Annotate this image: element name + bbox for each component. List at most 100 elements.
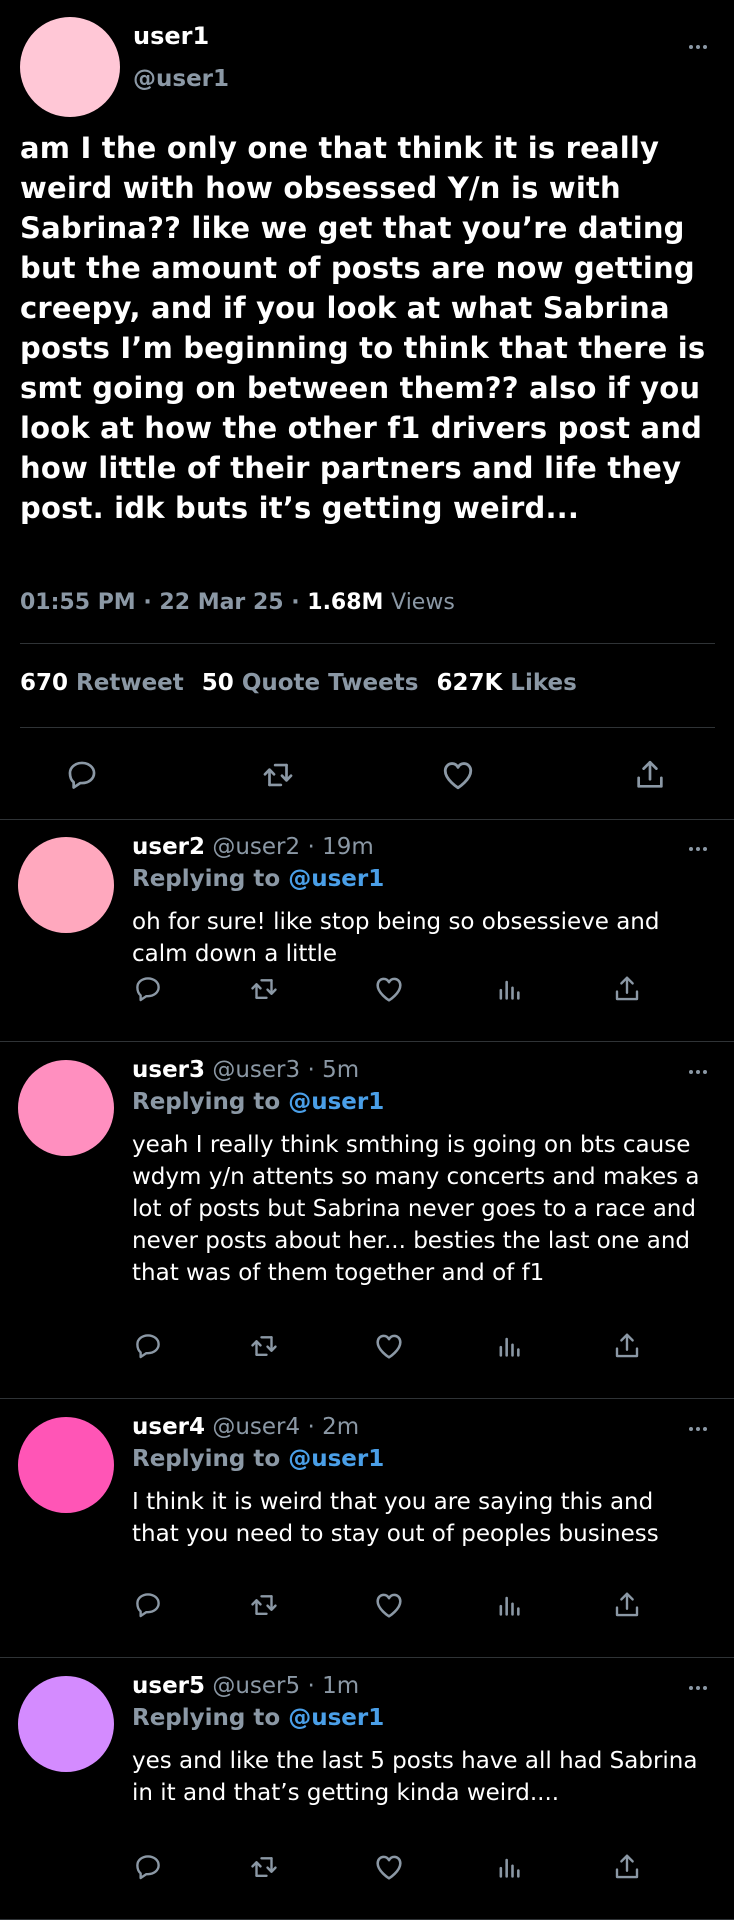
author-handle[interactable]: @user3 bbox=[212, 1057, 300, 1083]
retweet-icon bbox=[251, 1336, 277, 1356]
views-button[interactable] bbox=[489, 1326, 529, 1366]
reply-icon bbox=[136, 1334, 160, 1359]
replying-mention[interactable]: @user1 bbox=[288, 1089, 384, 1115]
share-icon bbox=[615, 1854, 639, 1879]
more-icon[interactable] bbox=[686, 1067, 710, 1077]
author-name[interactable]: user3 bbox=[132, 1057, 205, 1083]
more-icon[interactable] bbox=[686, 1424, 710, 1434]
avatar[interactable] bbox=[20, 17, 120, 117]
author-handle[interactable]: @user5 bbox=[212, 1673, 300, 1699]
author-name[interactable]: user1 bbox=[133, 22, 209, 50]
reply-tweet[interactable]: user2 @user2 · 19m Replying to @user1 oh… bbox=[0, 820, 734, 1042]
retweets-stat[interactable]: 670 Retweet bbox=[20, 670, 184, 696]
retweet-icon bbox=[251, 1857, 277, 1877]
reply-button[interactable] bbox=[128, 1847, 168, 1887]
views-label: Views bbox=[391, 590, 455, 615]
reply-icon bbox=[136, 977, 160, 1002]
share-icon bbox=[615, 976, 639, 1001]
like-button[interactable] bbox=[369, 1847, 409, 1887]
share-button[interactable] bbox=[607, 1585, 647, 1625]
replying-mention[interactable]: @user1 bbox=[288, 1446, 384, 1472]
quotes-stat[interactable]: 50 Quote Tweets bbox=[202, 670, 419, 696]
share-button[interactable] bbox=[630, 755, 670, 795]
more-icon[interactable] bbox=[686, 42, 710, 52]
like-button[interactable] bbox=[438, 755, 478, 795]
author-handle[interactable]: @user4 bbox=[212, 1414, 300, 1440]
views-button[interactable] bbox=[489, 1585, 529, 1625]
share-button[interactable] bbox=[607, 969, 647, 1009]
reply-text: I think it is weird that you are saying … bbox=[132, 1489, 659, 1547]
avatar[interactable] bbox=[18, 837, 114, 933]
like-button[interactable] bbox=[369, 1585, 409, 1625]
avatar[interactable] bbox=[18, 1676, 114, 1772]
reply-text: yes and like the last 5 posts have all h… bbox=[132, 1748, 698, 1806]
separator-dot: · bbox=[307, 1414, 315, 1440]
views-icon bbox=[499, 1337, 520, 1357]
separator-dot: · bbox=[307, 1057, 315, 1083]
share-button[interactable] bbox=[607, 1847, 647, 1887]
avatar[interactable] bbox=[18, 1060, 114, 1156]
reply-icon bbox=[68, 761, 96, 789]
views-button[interactable] bbox=[489, 1847, 529, 1887]
reply-button[interactable] bbox=[128, 969, 168, 1009]
likes-stat[interactable]: 627K Likes bbox=[436, 670, 576, 696]
author-handle[interactable]: @user1 bbox=[133, 66, 229, 92]
share-button[interactable] bbox=[607, 1326, 647, 1366]
author-handle[interactable]: @user2 bbox=[212, 834, 300, 860]
reply-text: oh for sure! like stop being so obsessie… bbox=[132, 909, 660, 967]
reply-text: yeah I really think smthing is going on … bbox=[132, 1132, 700, 1286]
like-icon bbox=[443, 762, 473, 790]
replying-mention[interactable]: @user1 bbox=[288, 866, 384, 892]
main-tweet: user1 @user1 am I the only one that thin… bbox=[0, 0, 734, 820]
like-icon bbox=[376, 1334, 402, 1359]
divider bbox=[0, 1657, 734, 1658]
reply-button[interactable] bbox=[62, 755, 102, 795]
like-icon bbox=[376, 1593, 402, 1618]
like-button[interactable] bbox=[369, 1326, 409, 1366]
replying-label: Replying to bbox=[132, 866, 281, 892]
reply-time: 2m bbox=[322, 1414, 360, 1440]
views-icon bbox=[499, 980, 520, 1000]
like-icon bbox=[376, 1855, 402, 1880]
reply-button[interactable] bbox=[128, 1585, 168, 1625]
reply-icon bbox=[136, 1593, 160, 1618]
retweet-icon bbox=[263, 763, 293, 787]
reply-tweet[interactable]: user3 @user3 · 5m Replying to @user1 yea… bbox=[0, 1043, 734, 1399]
views-icon bbox=[499, 1596, 520, 1616]
tweet-stats: 670 Retweet 50 Quote Tweets 627K Likes bbox=[20, 670, 577, 696]
author-name[interactable]: user4 bbox=[132, 1414, 205, 1440]
author-name[interactable]: user5 bbox=[132, 1673, 205, 1699]
replying-to: Replying to @user1 bbox=[132, 1446, 384, 1472]
replying-to: Replying to @user1 bbox=[132, 1705, 384, 1731]
retweet-icon bbox=[251, 979, 277, 999]
more-icon[interactable] bbox=[686, 844, 710, 854]
retweet-button[interactable] bbox=[258, 755, 298, 795]
tweet-text: am I the only one that think it is reall… bbox=[20, 131, 706, 525]
reply-icon bbox=[136, 1855, 160, 1880]
reply-button[interactable] bbox=[128, 1326, 168, 1366]
tweet-date: 22 Mar 25 bbox=[159, 590, 284, 615]
avatar[interactable] bbox=[18, 1417, 114, 1513]
retweet-button[interactable] bbox=[244, 969, 284, 1009]
share-icon bbox=[615, 1333, 639, 1358]
share-icon bbox=[615, 1592, 639, 1617]
retweet-icon bbox=[251, 1595, 277, 1615]
reply-time: 1m bbox=[322, 1673, 360, 1699]
more-icon[interactable] bbox=[686, 1683, 710, 1693]
separator-dot: · bbox=[307, 834, 315, 860]
replying-mention[interactable]: @user1 bbox=[288, 1705, 384, 1731]
views-button[interactable] bbox=[489, 969, 529, 1009]
retweet-button[interactable] bbox=[244, 1326, 284, 1366]
replying-label: Replying to bbox=[132, 1089, 281, 1115]
reply-header: user4 @user4 · 2m bbox=[132, 1414, 359, 1440]
like-button[interactable] bbox=[369, 969, 409, 1009]
author-name[interactable]: user2 bbox=[132, 834, 205, 860]
reply-tweet[interactable]: user5 @user5 · 1m Replying to @user1 yes… bbox=[0, 1659, 734, 1920]
retweet-button[interactable] bbox=[244, 1847, 284, 1887]
divider bbox=[0, 1041, 734, 1042]
retweet-button[interactable] bbox=[244, 1585, 284, 1625]
reply-tweet[interactable]: user4 @user4 · 2m Replying to @user1 I t… bbox=[0, 1400, 734, 1658]
divider bbox=[20, 727, 715, 728]
separator-dot: · bbox=[307, 1673, 315, 1699]
reply-header: user3 @user3 · 5m bbox=[132, 1057, 359, 1083]
